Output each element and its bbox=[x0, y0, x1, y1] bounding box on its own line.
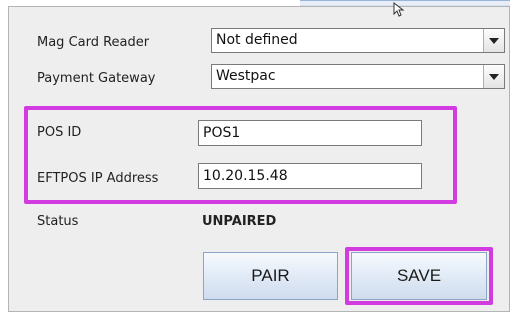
status-label: Status bbox=[37, 214, 79, 229]
chevron-down-icon[interactable] bbox=[483, 65, 504, 88]
payment-gateway-select[interactable]: Westpac bbox=[211, 64, 505, 89]
pair-button[interactable]: PAIR bbox=[203, 252, 338, 300]
mouse-cursor-icon bbox=[393, 2, 405, 17]
payment-gateway-label: Payment Gateway bbox=[37, 71, 156, 86]
mag-card-reader-label: Mag Card Reader bbox=[37, 35, 150, 50]
eftpos-ip-value: 10.20.15.48 bbox=[203, 168, 288, 184]
pos-id-input[interactable]: POS1 bbox=[198, 120, 422, 146]
chevron-down-icon[interactable] bbox=[483, 29, 504, 52]
payment-gateway-value: Westpac bbox=[216, 68, 276, 84]
eftpos-ip-input[interactable]: 10.20.15.48 bbox=[198, 163, 422, 189]
eftpos-ip-label: EFTPOS IP Address bbox=[37, 171, 159, 186]
mag-card-reader-select[interactable]: Not defined bbox=[211, 28, 505, 53]
pos-id-label: POS ID bbox=[37, 125, 82, 140]
status-value: UNPAIRED bbox=[202, 214, 277, 229]
pos-id-value: POS1 bbox=[203, 125, 241, 141]
mag-card-reader-value: Not defined bbox=[216, 32, 298, 48]
save-highlight-frame bbox=[345, 247, 493, 305]
